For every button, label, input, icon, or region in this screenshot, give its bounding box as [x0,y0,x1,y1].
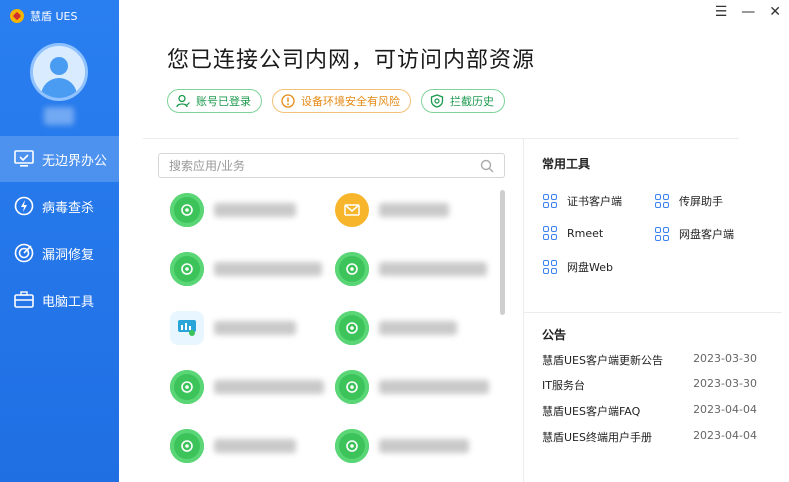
close-icon[interactable]: ✕ [769,4,781,20]
globe-app-icon [170,193,204,227]
tool-netdisk-client[interactable]: 网盘客户端 [655,226,734,242]
sidebar-item-label: 无边界办公 [42,153,108,169]
app-name-redacted [214,262,322,276]
sidebar-item-virus-scan[interactable]: 病毒查杀 [0,183,119,229]
grid-icon [543,260,557,274]
sidebar-item-borderless-office[interactable]: 无边界办公 [0,136,119,182]
app-list-scrollbar[interactable] [500,190,505,315]
device-risk-badge[interactable]: 设备环境安全有风险 [272,89,411,113]
sidebar-nav: 无边界办公 病毒查杀 漏洞修复 电脑工具 [0,136,119,324]
brand: 慧盾 UES [10,8,77,24]
divider [524,312,782,313]
search-box [158,153,505,178]
globe-app-icon [335,311,369,345]
app-tile[interactable] [170,193,296,227]
target-icon [14,243,34,263]
minimize-icon[interactable]: — [741,4,755,20]
dashboard-app-icon [170,311,204,345]
divider [523,139,524,482]
app-tile[interactable] [170,252,322,286]
divider [143,138,739,139]
tools-title: 常用工具 [542,157,591,171]
app-tile[interactable] [170,311,296,345]
block-history-badge[interactable]: 拦截历史 [421,89,505,113]
app-name-redacted [214,321,296,335]
app-tile[interactable] [335,370,489,404]
status-row: 账号已登录 设备环境安全有风险 拦截历史 [167,89,505,113]
app-name-redacted [379,203,449,217]
announcement-item[interactable]: 慧盾UES客户端FAQ 2023-04-04 [542,403,757,419]
grid-icon [543,226,557,240]
app-tile[interactable] [170,429,296,463]
app-name-redacted [379,262,487,276]
globe-app-icon [170,429,204,463]
grid-icon [543,194,557,208]
toolbox-icon [14,290,34,310]
username-redacted [44,107,74,125]
user-icon [176,94,190,108]
announcement-item[interactable]: 慧盾UES终端用户手册 2023-04-04 [542,429,757,445]
grid-icon [655,227,669,241]
app-tile[interactable] [335,311,457,345]
brand-name: 慧盾 UES [30,10,78,23]
globe-app-icon [170,252,204,286]
lightning-icon [14,196,34,216]
avatar[interactable] [30,43,88,101]
menu-icon[interactable]: ☰ [715,4,728,20]
tool-cert-client[interactable]: 证书客户端 [543,193,622,209]
app-tile[interactable] [335,193,449,227]
app-tile[interactable] [335,429,469,463]
app-tile[interactable] [335,252,487,286]
account-status-badge[interactable]: 账号已登录 [167,89,262,113]
shield-icon [430,94,444,108]
search-input[interactable] [169,158,480,173]
app-name-redacted [214,380,324,394]
app-tile[interactable] [170,370,324,404]
tool-netdisk-web[interactable]: 网盘Web [543,259,613,275]
monitor-icon [14,149,34,169]
app-name-redacted [214,439,296,453]
globe-app-icon [335,429,369,463]
shield-logo-icon [10,9,24,23]
tool-screen-cast[interactable]: 传屏助手 [655,193,723,209]
mail-app-icon [335,193,369,227]
globe-app-icon [170,370,204,404]
sidebar-item-label: 电脑工具 [42,294,95,310]
sidebar-item-label: 病毒查杀 [42,200,95,216]
window-controls: ☰ — ✕ [715,4,781,20]
grid-icon [655,194,669,208]
app-name-redacted [379,439,469,453]
announcement-item[interactable]: 慧盾UES客户端更新公告 2023-03-30 [542,352,757,368]
app-name-redacted [379,321,457,335]
announcements-title: 公告 [542,328,567,342]
app-name-redacted [214,203,296,217]
globe-app-icon [335,370,369,404]
sidebar-item-vuln-fix[interactable]: 漏洞修复 [0,230,119,276]
search-icon[interactable] [480,159,494,173]
app-name-redacted [379,380,489,394]
announcement-item[interactable]: IT服务台 2023-03-30 [542,377,757,393]
sidebar: 慧盾 UES 无边界办公 病毒查杀 漏洞修复 电脑工具 [0,0,119,482]
warning-icon [281,94,295,108]
sidebar-item-pc-tools[interactable]: 电脑工具 [0,277,119,323]
tool-rmeet[interactable]: Rmeet [543,226,603,240]
page-title: 您已连接公司内网，可访问内部资源 [167,48,536,73]
sidebar-item-label: 漏洞修复 [42,247,95,263]
globe-app-icon [335,252,369,286]
